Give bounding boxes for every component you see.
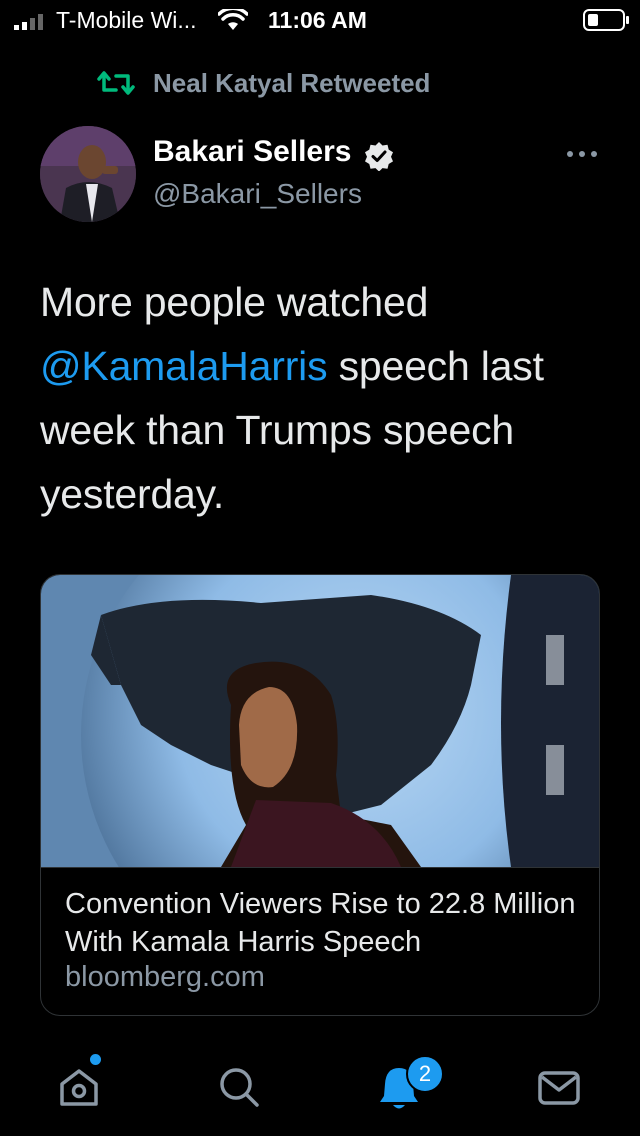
messages-icon[interactable]	[534, 1062, 584, 1112]
search-icon[interactable]	[214, 1062, 264, 1112]
tweet-text: More people watched @KamalaHarris speech…	[40, 270, 600, 526]
tweet-text-start: More people watched	[40, 279, 429, 325]
verified-badge-icon	[365, 142, 393, 171]
retweet-icon	[97, 71, 135, 95]
notification-count-badge: 2	[406, 1055, 444, 1093]
battery-icon	[583, 9, 629, 31]
retweet-context[interactable]: Neal Katyal Retweeted	[96, 66, 576, 100]
wifi-icon	[218, 9, 248, 30]
card-image	[41, 575, 599, 867]
home-icon[interactable]	[54, 1062, 104, 1112]
mention-link[interactable]: @KamalaHarris	[40, 343, 328, 389]
avatar-image	[40, 126, 136, 222]
avatar[interactable]	[40, 126, 136, 222]
author-name[interactable]: Bakari Sellers	[153, 135, 351, 169]
carrier-name: T-Mobile Wi...	[56, 7, 197, 33]
card-title: Convention Viewers Rise to 22.8 Million …	[65, 888, 576, 958]
home-unread-dot	[90, 1054, 101, 1065]
status-time: 11:06 AM	[268, 7, 367, 33]
author-handle[interactable]: @Bakari_Sellers	[153, 178, 362, 210]
retweet-label: Neal Katyal Retweeted	[153, 68, 431, 98]
status-bar: T-Mobile Wi... 11:06 AM	[0, 0, 640, 40]
more-options-icon[interactable]	[566, 144, 598, 164]
card-divider	[41, 867, 599, 868]
signal-icon	[14, 14, 43, 30]
tweet-screen: T-Mobile Wi... 11:06 AM Neal Katyal Retw…	[0, 0, 640, 1136]
card-domain: bloomberg.com	[65, 961, 265, 993]
link-card[interactable]: Convention Viewers Rise to 22.8 Million …	[40, 574, 600, 1016]
